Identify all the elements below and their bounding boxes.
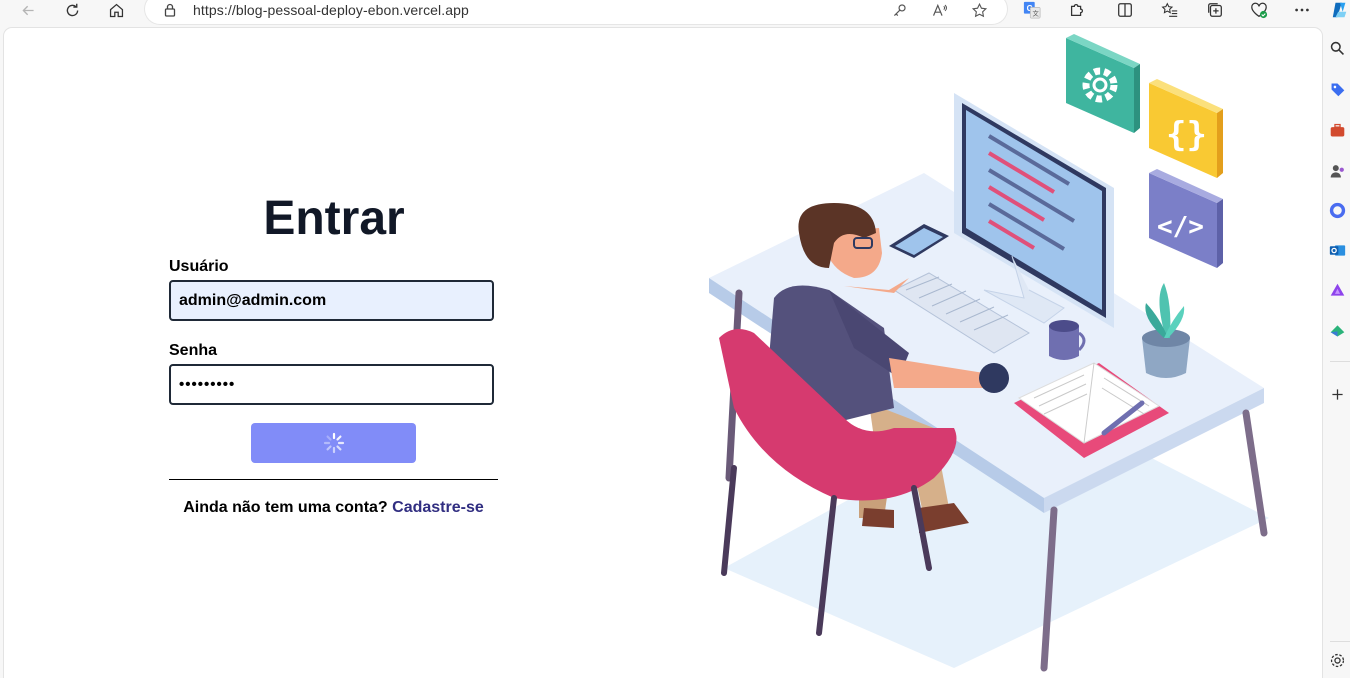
svg-text:</>: </>	[1157, 212, 1204, 242]
refresh-icon[interactable]	[59, 0, 85, 20]
more-menu-icon[interactable]	[1290, 0, 1314, 20]
signup-prompt: Ainda não tem uma conta? Cadastre-se	[169, 499, 498, 517]
settings-icon[interactable]	[1327, 650, 1347, 670]
office-icon[interactable]	[1327, 200, 1347, 220]
divider	[169, 479, 498, 480]
games-icon[interactable]	[1327, 280, 1347, 300]
sidebar-divider	[1330, 361, 1350, 362]
tag-icon[interactable]	[1327, 79, 1347, 99]
favorites-list-icon[interactable]	[1158, 0, 1182, 20]
browser-sidebar	[1324, 28, 1350, 667]
url-text[interactable]: https://blog-pessoal-deploy-ebon.vercel.…	[193, 2, 469, 18]
key-icon[interactable]	[889, 0, 909, 20]
add-icon[interactable]	[1327, 384, 1347, 404]
search-icon[interactable]	[1327, 38, 1347, 58]
page-viewport: Entrar Usuário admin@admin.com Senha •••…	[4, 28, 1322, 678]
briefcase-icon[interactable]	[1327, 120, 1347, 140]
developer-illustration: {} </>	[709, 34, 1269, 672]
tools-icon[interactable]	[1327, 320, 1347, 340]
page-title: Entrar	[263, 192, 405, 245]
favorite-star-icon[interactable]	[969, 0, 989, 20]
user-label: Usuário	[169, 258, 229, 275]
signup-link[interactable]: Cadastre-se	[392, 499, 484, 516]
browser-essentials-icon[interactable]	[1247, 0, 1271, 20]
outlook-icon[interactable]	[1327, 240, 1347, 260]
signup-prompt-text: Ainda não tem uma conta?	[183, 499, 388, 516]
split-screen-icon[interactable]	[1113, 0, 1137, 20]
browser-toolbar: https://blog-pessoal-deploy-ebon.vercel.…	[0, 0, 1350, 24]
copilot-icon[interactable]	[1328, 0, 1350, 20]
svg-text:{}: {}	[1166, 115, 1207, 155]
home-icon[interactable]	[103, 0, 129, 20]
user-input[interactable]: admin@admin.com	[169, 280, 494, 321]
collections-icon[interactable]	[1203, 0, 1227, 20]
sidebar-divider-bottom	[1330, 641, 1350, 642]
loading-spinner-icon	[323, 432, 344, 454]
lock-icon[interactable]	[163, 3, 177, 17]
read-aloud-icon[interactable]	[929, 0, 949, 20]
password-input[interactable]: •••••••••	[169, 364, 494, 405]
submit-button[interactable]	[251, 423, 416, 463]
people-icon[interactable]	[1327, 161, 1347, 181]
translate-icon[interactable]: G文	[1020, 0, 1044, 20]
svg-text:文: 文	[1032, 8, 1039, 17]
back-icon[interactable]	[15, 0, 41, 20]
address-bar[interactable]: https://blog-pessoal-deploy-ebon.vercel.…	[145, 0, 1007, 24]
password-label: Senha	[169, 342, 218, 359]
extensions-puzzle-icon[interactable]	[1065, 0, 1089, 20]
